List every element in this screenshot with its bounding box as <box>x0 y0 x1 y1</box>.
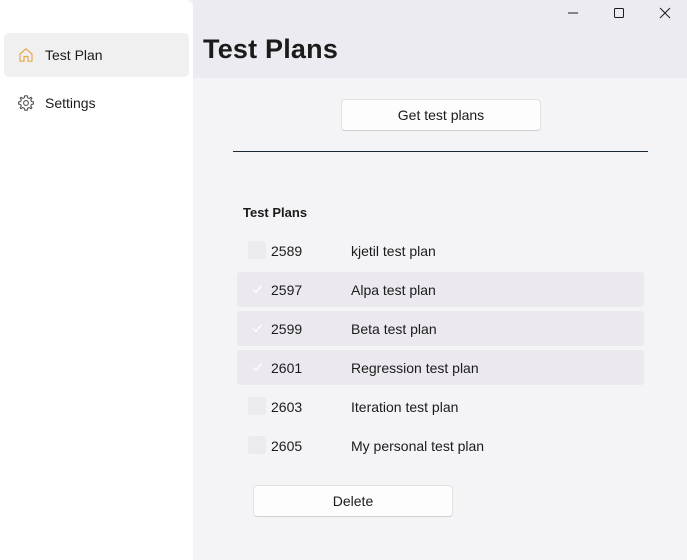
test-plan-id: 2603 <box>271 398 303 415</box>
checkmark-icon <box>252 324 262 333</box>
test-plan-name: Iteration test plan <box>351 398 459 415</box>
list-header: Test Plans <box>243 205 308 220</box>
get-test-plans-button[interactable]: Get test plans <box>341 99 541 131</box>
test-plan-name: kjetil test plan <box>351 242 436 259</box>
sidebar-item-label: Test Plan <box>45 47 103 63</box>
delete-button[interactable]: Delete <box>253 485 453 517</box>
checkbox[interactable] <box>248 436 266 454</box>
list-item[interactable]: 2603 Iteration test plan <box>237 389 644 424</box>
checkbox[interactable] <box>248 397 266 415</box>
main-content: Test Plans Get test plans Test Plans 258… <box>193 0 687 560</box>
test-plan-name: My personal test plan <box>351 437 485 454</box>
sidebar-item-test-plan[interactable]: Test Plan <box>4 33 189 77</box>
checkbox[interactable] <box>248 241 266 259</box>
test-plan-id: 2605 <box>271 437 303 454</box>
maximize-button[interactable] <box>596 0 642 30</box>
checkmark-icon <box>252 363 262 372</box>
list-item[interactable]: 2597 Alpa test plan <box>237 272 644 307</box>
list-item[interactable]: 2605 My personal test plan <box>237 428 644 463</box>
checkmark-icon <box>252 285 262 294</box>
close-icon <box>659 6 671 24</box>
test-plan-id: 2597 <box>271 281 303 298</box>
test-plan-name: Alpa test plan <box>351 281 436 298</box>
test-plan-id: 2601 <box>271 359 303 376</box>
test-plan-id: 2589 <box>271 242 303 259</box>
minimize-icon <box>567 6 579 24</box>
checkbox[interactable] <box>248 280 266 298</box>
test-plan-id: 2599 <box>271 320 303 337</box>
page-title: Test Plans <box>203 34 339 64</box>
test-plan-name: Beta test plan <box>351 320 437 337</box>
checkbox[interactable] <box>248 358 266 376</box>
list-item[interactable]: 2589 kjetil test plan <box>237 233 644 268</box>
maximize-icon <box>613 6 625 24</box>
close-button[interactable] <box>642 0 687 30</box>
home-icon <box>16 45 36 65</box>
gear-icon <box>16 93 36 113</box>
checkbox[interactable] <box>248 319 266 337</box>
test-plan-name: Regression test plan <box>351 359 479 376</box>
minimize-button[interactable] <box>550 0 596 30</box>
list-item[interactable]: 2599 Beta test plan <box>237 311 644 346</box>
sidebar: Test Plan Settings <box>0 0 193 560</box>
sidebar-item-label: Settings <box>45 95 96 111</box>
divider <box>233 151 648 152</box>
list-item[interactable]: 2601 Regression test plan <box>237 350 644 385</box>
sidebar-item-settings[interactable]: Settings <box>4 81 189 125</box>
